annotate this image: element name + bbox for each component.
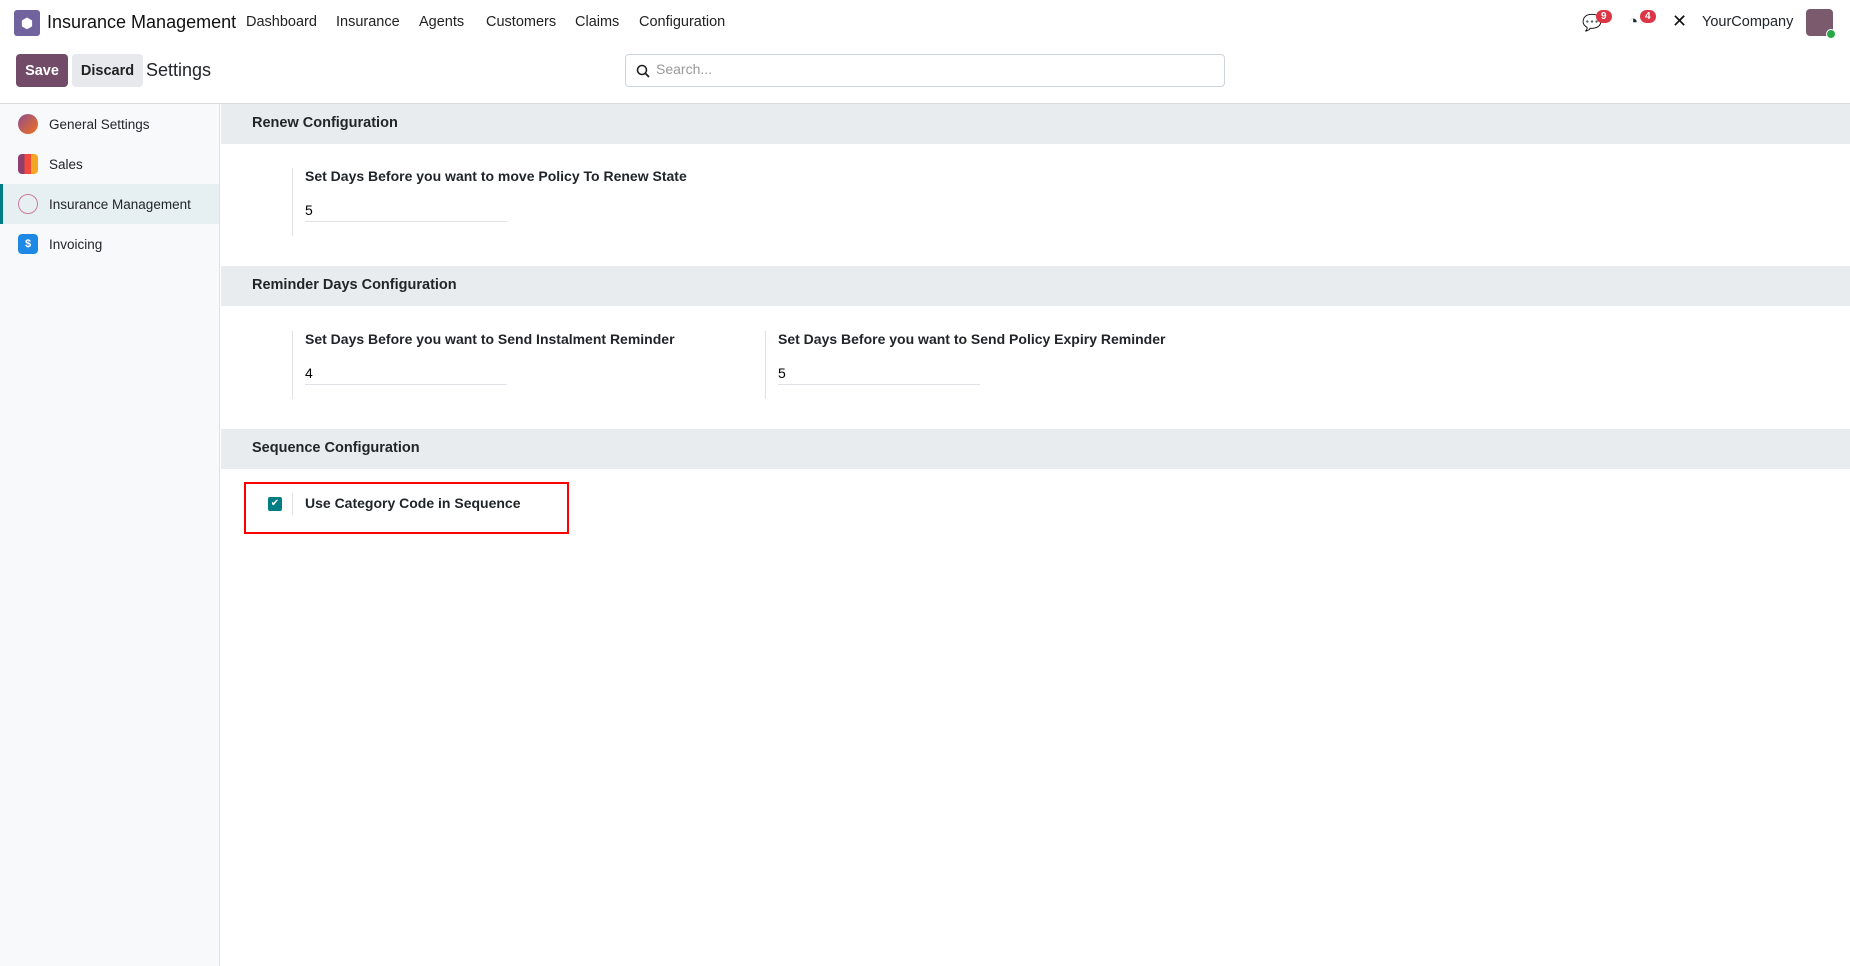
nav-dashboard[interactable]: Dashboard [246, 14, 317, 30]
activities-badge: 4 [1640, 10, 1656, 23]
sidebar-item-label: General Settings [49, 116, 150, 132]
section-header-renew: Renew Configuration [221, 104, 1850, 144]
sales-icon [18, 154, 38, 174]
nav-customers[interactable]: Customers [486, 14, 556, 30]
top-navbar: ⬢ Insurance Management Dashboard Insuran… [0, 0, 1850, 46]
sidebar-item-invoicing[interactable]: $ Invoicing [0, 224, 219, 264]
clock-icon: ◔ [1628, 12, 1639, 31]
checkmark-icon: ✔ [270, 498, 280, 509]
nav-insurance[interactable]: Insurance [336, 14, 400, 30]
use-category-code-checkbox[interactable]: ✔ [268, 497, 282, 511]
nav-claims[interactable]: Claims [575, 14, 619, 30]
instalment-reminder-label: Set Days Before you want to Send Instalm… [305, 331, 675, 347]
sidebar-item-label: Insurance Management [49, 196, 191, 212]
user-avatar[interactable] [1806, 9, 1836, 39]
sidebar-item-label: Invoicing [49, 236, 103, 252]
instalment-reminder-input[interactable] [305, 365, 507, 385]
section-header-reminder: Reminder Days Configuration [221, 266, 1850, 306]
tools-icon[interactable]: ✕ [1672, 11, 1687, 32]
sidebar-item-general-settings[interactable]: General Settings [0, 104, 219, 144]
discard-button[interactable]: Discard [72, 54, 143, 87]
nav-agents[interactable]: Agents [419, 14, 464, 30]
invoicing-icon: $ [18, 234, 38, 254]
app-title[interactable]: Insurance Management [47, 12, 236, 33]
messages-button[interactable]: 💬 9 [1582, 10, 1612, 33]
divider [292, 493, 293, 515]
general-settings-icon [18, 114, 38, 134]
settings-sidebar: General Settings Sales Insurance Managem… [0, 104, 220, 966]
instalment-reminder-setting: Set Days Before you want to Send Instalm… [292, 331, 752, 399]
expiry-reminder-input[interactable] [778, 365, 980, 385]
app-logo-icon[interactable]: ⬢ [14, 10, 40, 36]
use-category-code-label[interactable]: Use Category Code in Sequence [305, 495, 521, 511]
renew-days-setting: Set Days Before you want to move Policy … [292, 168, 692, 236]
sidebar-item-sales[interactable]: Sales [0, 144, 219, 184]
sidebar-item-label: Sales [49, 156, 83, 172]
save-button[interactable]: Save [16, 54, 68, 87]
renew-days-label: Set Days Before you want to move Policy … [305, 168, 687, 184]
expiry-reminder-label: Set Days Before you want to Send Policy … [778, 331, 1166, 347]
expiry-reminder-setting: Set Days Before you want to Send Policy … [765, 331, 1225, 399]
search-box[interactable] [625, 54, 1225, 87]
search-input[interactable] [656, 61, 1206, 77]
renew-days-input[interactable] [305, 202, 507, 222]
insurance-icon [18, 194, 38, 214]
company-switcher[interactable]: YourCompany [1702, 14, 1793, 30]
page-title: Settings [146, 60, 212, 80]
online-status-icon [1826, 29, 1836, 39]
sidebar-item-insurance-management[interactable]: Insurance Management [0, 184, 219, 224]
activities-button[interactable]: ◔ 4 [1628, 10, 1656, 32]
search-icon [636, 64, 650, 78]
section-header-sequence: Sequence Configuration [221, 429, 1850, 469]
messages-badge: 9 [1596, 10, 1612, 23]
nav-configuration[interactable]: Configuration [639, 14, 725, 30]
